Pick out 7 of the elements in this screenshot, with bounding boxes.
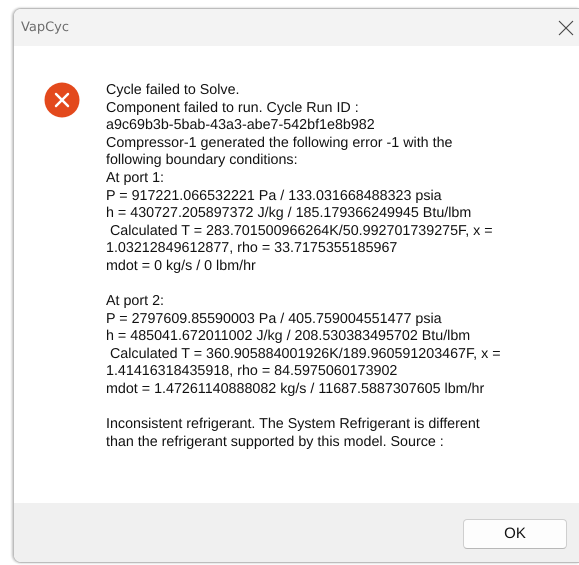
error-icon (44, 82, 80, 118)
message-text: Cycle failed to Solve. Component failed to run. Cycle Run ID : a9c69b3b-5bab-43a3-abe7-542bf1e8b982 Compressor-1 generated the following error -1 with the following boundary conditions: At port 1: P = 917221.066532221 Pa / 133.031668488323 psia h = 430727.205897372 J/kg / 185.179366249945 Btu/lbm Calculated T = 283.701500966264K/50.992701739275F, x = 1.03212849612877, rho = 33.7175355185967 mdot = 0 kg/s / 0 lbm/hr (106, 82, 494, 276)
message-text: Inconsistent refrigerant. The System Refrigerant is different than the refrigerant supported by this model. Source : (106, 416, 481, 452)
close-icon[interactable] (558, 20, 574, 36)
message-text: At port 2: P = 2797609.85590003 Pa / 405.759004551477 psia h = 485041.672011002 J/kg / 208.530383495702 Btu/lbm Calculated T = 360.905884001926K/189.960591203467F, x = 1.41416318435918, rho = 84.5975060173902 mdot = 1.47261140888082 kg/s / 11687.5887307605 lbm/hr (106, 293, 501, 399)
ok-button[interactable]: OK (463, 518, 567, 548)
window-title: VapCyc (21, 20, 70, 35)
